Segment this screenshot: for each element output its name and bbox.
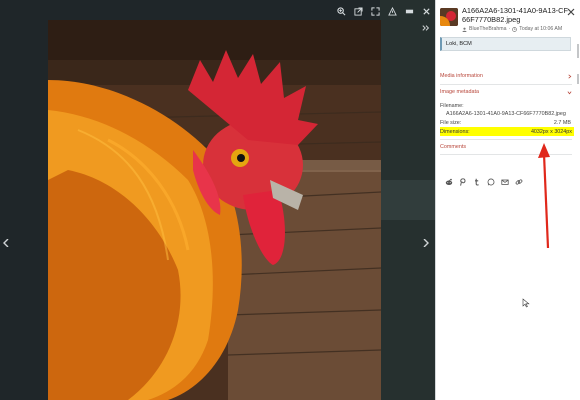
file-title: A166A2A6-1301-41A0-9A13-CF66F7770B82.jpe… xyxy=(462,6,568,24)
media-viewer xyxy=(0,0,435,400)
dimensions-row: Dimensions: 4032px x 3024px xyxy=(440,127,574,136)
upload-time: Today at 10:06 AM xyxy=(519,26,563,32)
filename-value: A166A2A6-1301-41A0-9A13-CF66F7770B82.jpe… xyxy=(446,111,566,117)
open-external-icon[interactable] xyxy=(350,4,367,18)
annotation-arrow-icon xyxy=(538,143,550,249)
share-bar xyxy=(444,177,524,187)
whatsapp-icon[interactable] xyxy=(486,177,496,187)
scrollbar-thumb[interactable] xyxy=(577,44,579,58)
file-size-row: File size: 2.7 MB xyxy=(440,120,574,126)
previous-arrow-icon[interactable] xyxy=(0,236,12,250)
background-strip-accent xyxy=(380,180,435,220)
collapse-panel-icon[interactable] xyxy=(420,22,432,34)
panel-header: A166A2A6-1301-41A0-9A13-CF66F7770B82.jpe… xyxy=(440,6,570,26)
comments-label: Comments xyxy=(440,144,467,150)
thumbnail[interactable] xyxy=(440,8,458,26)
tumblr-icon[interactable] xyxy=(472,177,482,187)
reddit-icon[interactable] xyxy=(444,177,454,187)
image-metadata-label: Image metadata xyxy=(440,89,479,95)
meta-separator: · xyxy=(508,26,511,32)
media-information-toggle[interactable]: Media information xyxy=(440,70,572,82)
divider xyxy=(440,84,572,85)
pinterest-icon[interactable] xyxy=(458,177,468,187)
close-icon[interactable] xyxy=(418,4,435,18)
flag-icon[interactable] xyxy=(384,4,401,18)
file-meta: BlueTheBrahma · Today at 10:06 AM xyxy=(462,26,562,32)
file-size-label: File size: xyxy=(440,120,462,126)
media-details-panel: A166A2A6-1301-41A0-9A13-CF66F7770B82.jpe… xyxy=(435,0,580,400)
fullscreen-icon[interactable] xyxy=(367,4,384,18)
clock-icon xyxy=(512,26,518,32)
next-arrow-icon[interactable] xyxy=(420,236,432,250)
chevron-down-icon xyxy=(567,90,572,94)
chevron-right-icon xyxy=(568,74,572,78)
mouse-cursor-icon xyxy=(522,298,530,308)
dimensions-value: 4032px x 3024px xyxy=(530,128,572,135)
author-name[interactable]: BlueTheBrahma xyxy=(469,26,507,32)
image-metadata-toggle[interactable]: Image metadata xyxy=(440,86,572,98)
viewer-toolbar xyxy=(333,4,435,18)
link-icon[interactable] xyxy=(514,177,524,187)
file-size-value: 2.7 MB xyxy=(553,120,571,126)
rooster-photo[interactable] xyxy=(48,20,381,400)
email-icon[interactable] xyxy=(500,177,510,187)
media-information-label: Media information xyxy=(440,73,483,79)
filename-label: Filename: xyxy=(440,103,464,109)
zoom-icon[interactable] xyxy=(333,4,350,18)
scrollbar-thumb-lower[interactable] xyxy=(577,74,579,84)
media-description: Loki, BCM xyxy=(440,37,571,51)
menu-icon[interactable] xyxy=(401,4,418,18)
dimensions-label: Dimensions: xyxy=(440,128,470,135)
user-icon xyxy=(462,27,467,32)
